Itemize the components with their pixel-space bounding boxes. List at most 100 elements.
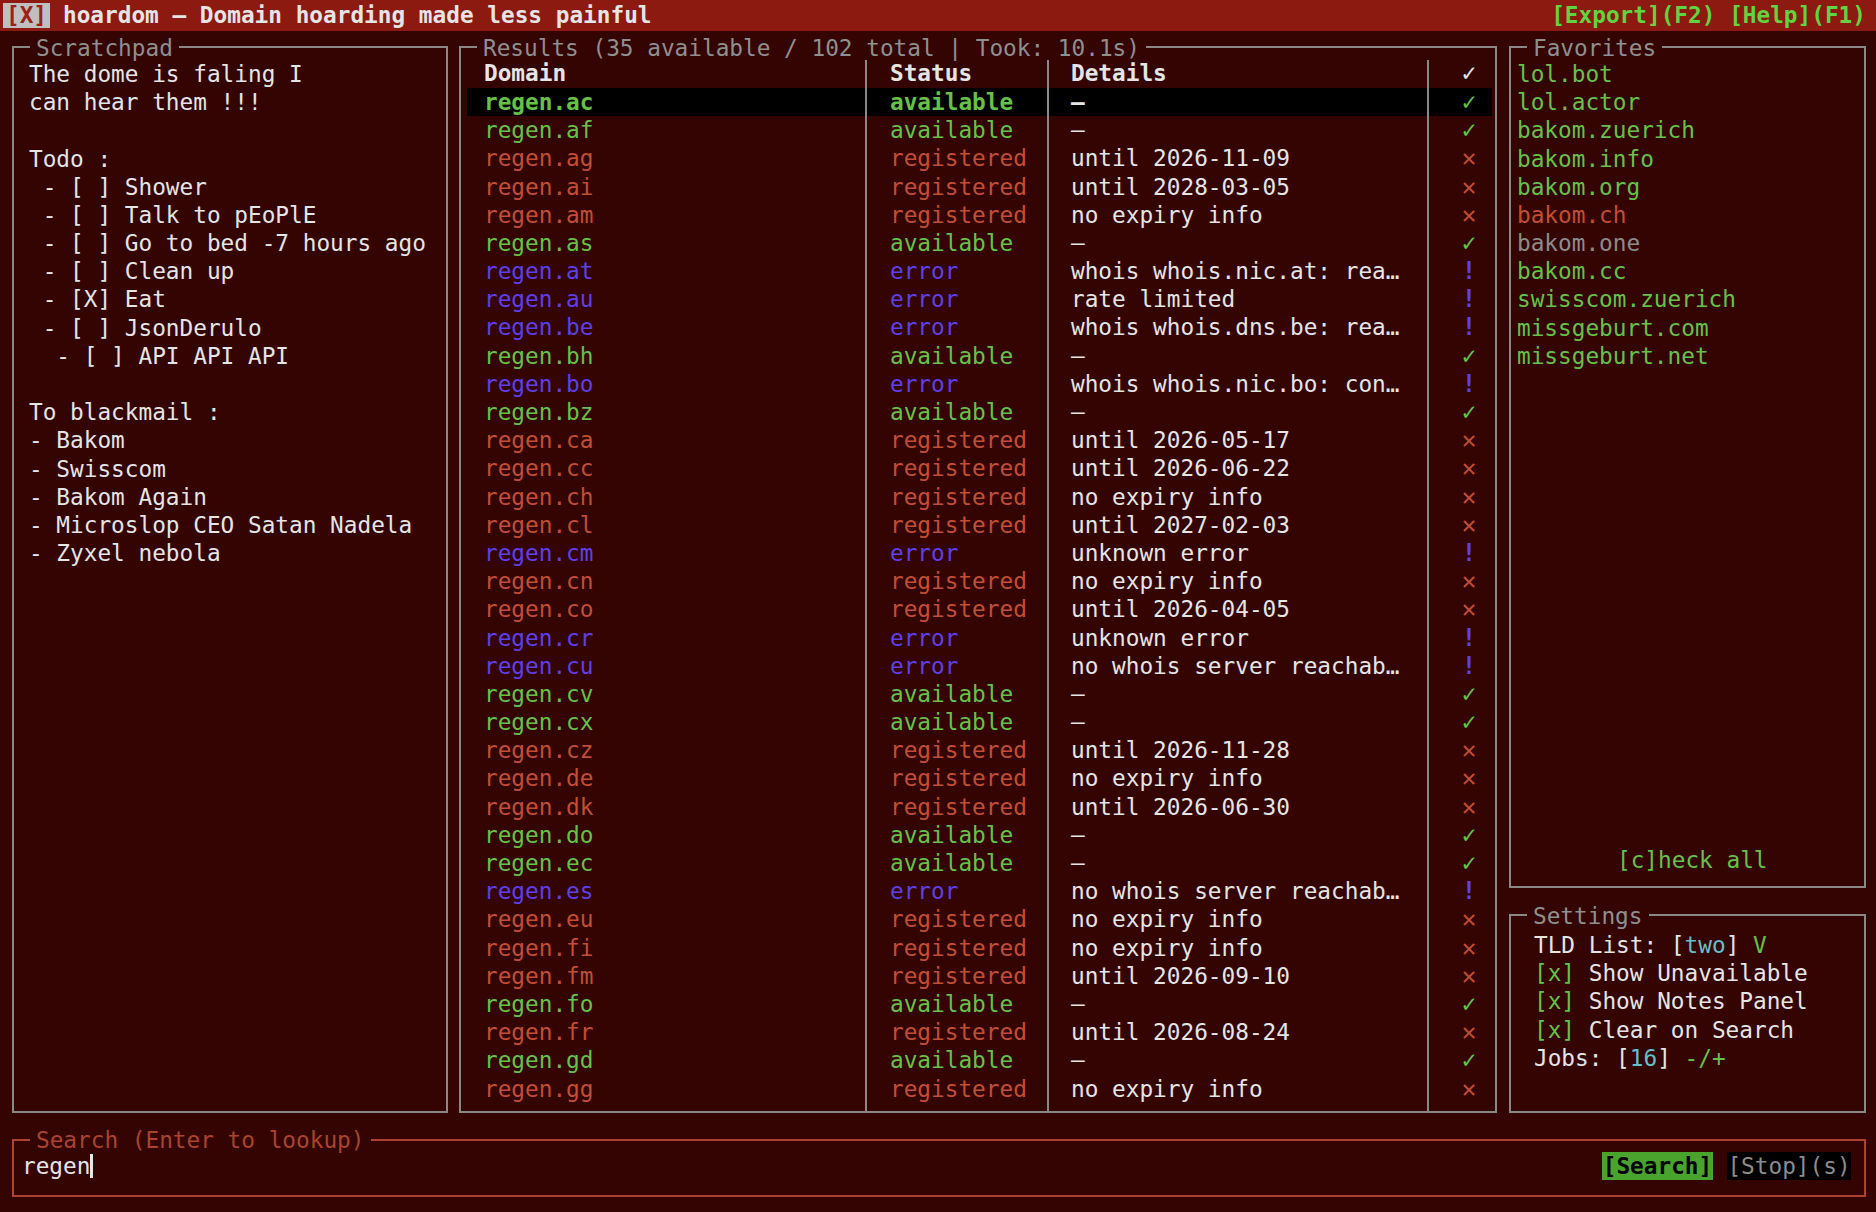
status-cell: available bbox=[890, 849, 1013, 877]
details-cell: until 2026-11-28 bbox=[1071, 736, 1290, 764]
tld-list-row[interactable]: TLD List: [two] V bbox=[1534, 931, 1767, 960]
domain-cell: regen.eu bbox=[484, 905, 594, 933]
checkbox-mark[interactable]: [x] bbox=[1534, 988, 1575, 1014]
status-mark-icon: ✓ bbox=[1451, 342, 1487, 370]
details-cell: whois whois.nic.bo: con… bbox=[1071, 370, 1400, 398]
scratchpad-line: - Microslop CEO Satan Nadela bbox=[29, 511, 412, 540]
tld-list-value[interactable]: two bbox=[1685, 932, 1726, 958]
status-mark-icon: ✓ bbox=[1451, 116, 1487, 144]
domain-cell: regen.do bbox=[484, 821, 594, 849]
close-button[interactable]: [X] bbox=[3, 3, 50, 28]
tld-dropdown-arrow[interactable]: V bbox=[1739, 932, 1766, 958]
status-cell: error bbox=[890, 652, 958, 680]
scratchpad-line: - Zyxel nebola bbox=[29, 539, 221, 568]
status-cell: registered bbox=[890, 962, 1027, 990]
favorite-item[interactable]: bakom.info bbox=[1517, 145, 1654, 174]
status-cell: registered bbox=[890, 511, 1027, 539]
details-cell: no expiry info bbox=[1071, 934, 1263, 962]
settings-panel: Settings TLD List: [two] V [x] Show Unav… bbox=[1509, 914, 1866, 1113]
scratchpad-line: - [ ] Talk to pEoPlE bbox=[29, 201, 316, 230]
details-cell: rate limited bbox=[1071, 285, 1235, 313]
favorite-item[interactable]: bakom.ch bbox=[1517, 201, 1627, 230]
status-mark-icon: ✕ bbox=[1451, 595, 1487, 623]
stop-button[interactable]: [Stop](s) bbox=[1727, 1152, 1851, 1180]
details-cell: no expiry info bbox=[1071, 764, 1263, 792]
checkbox-show-unavailable[interactable]: [x] Show Unavailable bbox=[1534, 959, 1808, 988]
status-cell: registered bbox=[890, 764, 1027, 792]
domain-cell: regen.fm bbox=[484, 962, 594, 990]
domain-cell: regen.cv bbox=[484, 680, 594, 708]
scratchpad-line: - [ ] Go to bed -7 hours ago bbox=[29, 229, 426, 258]
details-cell: – bbox=[1071, 849, 1085, 877]
status-cell: error bbox=[890, 257, 958, 285]
domain-cell: regen.fo bbox=[484, 990, 594, 1018]
titlebar-buttons: [Export](F2) [Help](F1) bbox=[1551, 0, 1866, 31]
status-mark-icon: ! bbox=[1451, 539, 1487, 567]
favorite-item[interactable]: missgeburt.net bbox=[1517, 342, 1709, 371]
favorite-item[interactable]: swisscom.zuerich bbox=[1517, 285, 1736, 314]
help-button[interactable]: [Help](F1) bbox=[1729, 2, 1866, 28]
domain-cell: regen.de bbox=[484, 764, 594, 792]
details-cell: – bbox=[1071, 990, 1085, 1018]
status-mark-icon: ! bbox=[1451, 285, 1487, 313]
scratchpad-line: - Bakom Again bbox=[29, 483, 207, 512]
domain-cell: regen.bz bbox=[484, 398, 594, 426]
details-cell: whois whois.nic.at: rea… bbox=[1071, 257, 1400, 285]
details-cell: until 2026-06-22 bbox=[1071, 454, 1290, 482]
title-bar: [X] hoardom — Domain hoarding made less … bbox=[0, 0, 1876, 31]
domain-cell: regen.ca bbox=[484, 426, 594, 454]
column-header-status: Status bbox=[890, 59, 972, 87]
checkbox-clear-on-search[interactable]: [x] Clear on Search bbox=[1534, 1016, 1794, 1045]
favorite-item[interactable]: missgeburt.com bbox=[1517, 314, 1709, 343]
check-all-button[interactable]: [c]heck all bbox=[1617, 846, 1768, 875]
jobs-row[interactable]: Jobs: [16] -/+ bbox=[1534, 1044, 1726, 1073]
favorite-item[interactable]: lol.actor bbox=[1517, 88, 1640, 117]
status-cell: registered bbox=[890, 934, 1027, 962]
status-cell: registered bbox=[890, 905, 1027, 933]
favorite-item[interactable]: bakom.org bbox=[1517, 173, 1640, 202]
domain-cell: regen.fr bbox=[484, 1018, 594, 1046]
details-cell: until 2028-03-05 bbox=[1071, 173, 1290, 201]
domain-cell: regen.cr bbox=[484, 624, 594, 652]
status-mark-icon: ✕ bbox=[1451, 793, 1487, 821]
scratchpad-line: - [ ] Clean up bbox=[29, 257, 234, 286]
checkbox-mark[interactable]: [x] bbox=[1534, 1017, 1575, 1043]
jobs-decrement-increment[interactable]: -/+ bbox=[1685, 1045, 1726, 1071]
scratchpad-panel: Scratchpad The dome is faling Ican hear … bbox=[12, 46, 448, 1113]
domain-cell: regen.cz bbox=[484, 736, 594, 764]
scratchpad-line: To blackmail : bbox=[29, 398, 221, 427]
details-cell: unknown error bbox=[1071, 539, 1249, 567]
favorite-item[interactable]: bakom.cc bbox=[1517, 257, 1627, 286]
status-mark-icon: ! bbox=[1451, 370, 1487, 398]
domain-cell: regen.ac bbox=[484, 88, 594, 116]
favorite-item[interactable]: bakom.zuerich bbox=[1517, 116, 1695, 145]
column-header-domain: Domain bbox=[484, 59, 566, 87]
status-cell: available bbox=[890, 342, 1013, 370]
status-mark-icon: ✓ bbox=[1451, 680, 1487, 708]
status-mark-icon: ! bbox=[1451, 257, 1487, 285]
search-query: regen bbox=[22, 1153, 90, 1179]
jobs-bracket: ] bbox=[1657, 1045, 1684, 1071]
search-button[interactable]: [Search] bbox=[1602, 1152, 1713, 1180]
details-cell: no expiry info bbox=[1071, 1075, 1263, 1103]
details-cell: – bbox=[1071, 229, 1085, 257]
status-mark-icon: ! bbox=[1451, 624, 1487, 652]
export-button[interactable]: [Export](F2) bbox=[1551, 2, 1715, 28]
search-input[interactable]: regen bbox=[22, 1152, 93, 1181]
domain-cell: regen.as bbox=[484, 229, 594, 257]
status-cell: registered bbox=[890, 1018, 1027, 1046]
scratchpad-line: - Bakom bbox=[29, 426, 125, 455]
checkbox-show-notes-panel[interactable]: [x] Show Notes Panel bbox=[1534, 987, 1808, 1016]
checkbox-mark[interactable]: [x] bbox=[1534, 960, 1575, 986]
status-mark-icon: ✕ bbox=[1451, 764, 1487, 792]
status-mark-icon: ✓ bbox=[1451, 821, 1487, 849]
status-mark-icon: ✕ bbox=[1451, 483, 1487, 511]
favorite-item[interactable]: bakom.one bbox=[1517, 229, 1640, 258]
favorite-item[interactable]: lol.bot bbox=[1517, 60, 1613, 89]
details-cell: no whois server reachab… bbox=[1071, 877, 1400, 905]
details-cell: – bbox=[1071, 398, 1085, 426]
favorites-panel: Favorites lol.botlol.actorbakom.zuerichb… bbox=[1509, 46, 1866, 888]
checkbox-label: Show Notes Panel bbox=[1575, 988, 1808, 1014]
domain-cell: regen.gg bbox=[484, 1075, 594, 1103]
domain-cell: regen.fi bbox=[484, 934, 594, 962]
